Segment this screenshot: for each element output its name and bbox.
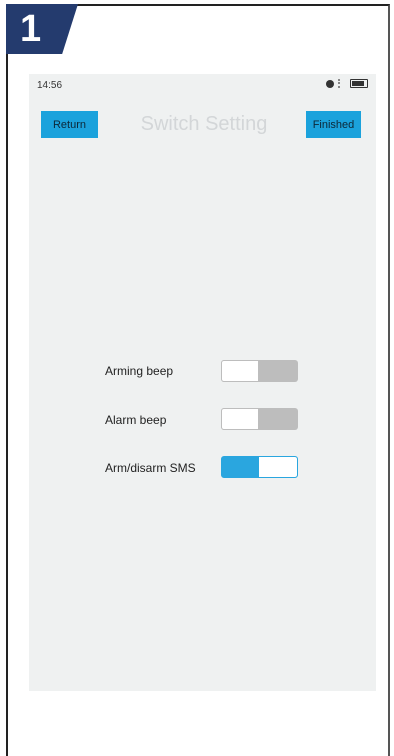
battery-icon — [350, 79, 368, 88]
status-icons — [326, 79, 368, 88]
alarm-beep-toggle[interactable] — [221, 408, 298, 430]
arming-beep-label: Arming beep — [105, 364, 174, 378]
finished-button[interactable]: Finished — [306, 111, 361, 138]
toggle-knob — [221, 408, 259, 430]
arming-beep-toggle[interactable] — [221, 360, 298, 382]
alarm-beep-label: Alarm beep — [105, 413, 167, 427]
status-time: 14:56 — [37, 80, 63, 91]
arm-disarm-sms-label: Arm/disarm SMS — [105, 461, 196, 475]
alarm-icon — [326, 79, 334, 88]
signal-icon — [338, 79, 346, 88]
return-button[interactable]: Return — [41, 111, 98, 138]
arm-disarm-sms-toggle[interactable] — [221, 456, 298, 478]
page-title: Switch Setting — [140, 113, 268, 135]
phone-screen: 14:56 Return Switch Setting Finished Arm… — [29, 74, 376, 691]
toggle-knob — [259, 457, 297, 477]
toggle-knob — [221, 360, 259, 382]
